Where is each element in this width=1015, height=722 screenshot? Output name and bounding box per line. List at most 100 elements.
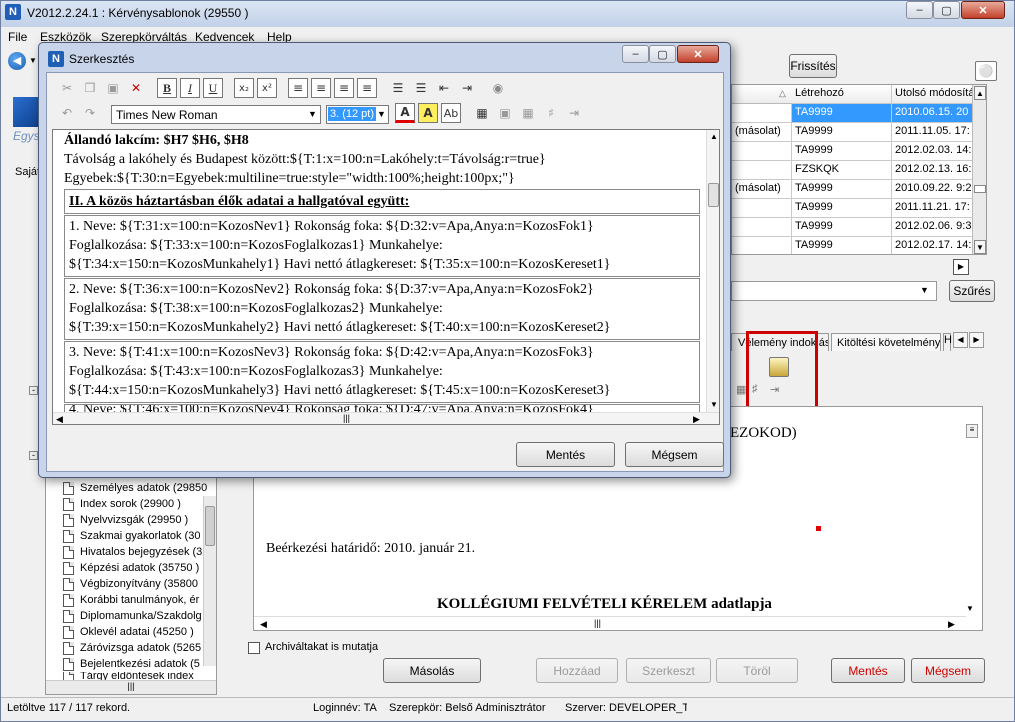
subscript-icon[interactable]: x₂ — [234, 78, 254, 98]
italic-icon[interactable]: I — [180, 78, 200, 98]
back-dropdown-icon[interactable]: ▼ — [29, 56, 37, 65]
align-right-icon[interactable]: ≡ — [334, 78, 354, 98]
paste-icon[interactable]: ▣ — [103, 78, 123, 98]
tree-item[interactable]: Képzési adatok (35750 ) — [63, 560, 199, 576]
tree-vscroll-thumb[interactable] — [205, 506, 215, 546]
dialog-cancel-button[interactable]: Mégsem — [625, 442, 724, 467]
tree-item[interactable]: Szakmai gyakorlatok (30 — [63, 528, 200, 544]
split-cell-icon[interactable]: ♯ — [541, 103, 561, 123]
preview-vscroll[interactable]: ≡ ▼ — [966, 422, 980, 617]
merge-cell-icon[interactable]: ⇥ — [770, 383, 788, 401]
highlight-color-icon[interactable]: A — [418, 103, 438, 123]
filter-button[interactable]: Szűrés — [949, 280, 995, 302]
pin-icon[interactable]: ⚪ — [975, 61, 997, 81]
maximize-button[interactable]: ▢ — [933, 1, 960, 19]
tab-prev-icon[interactable]: ◀ — [953, 332, 968, 348]
redo-icon[interactable]: ↷ — [80, 103, 100, 123]
scroll-left-icon[interactable]: ◀ — [260, 619, 267, 630]
delete-icon[interactable]: ✕ — [126, 78, 146, 98]
table-props-icon[interactable]: ▦ — [518, 103, 538, 123]
tree-item[interactable]: Bejelentkezési adatok (5 — [63, 656, 200, 672]
cancel-button[interactable]: Mégsem — [911, 658, 985, 683]
tab-more[interactable]: H — [943, 333, 952, 351]
font-color-icon[interactable]: A — [395, 103, 415, 123]
font-name-select[interactable]: Times New Roman ▼ — [111, 105, 321, 124]
scroll-up-icon[interactable]: ▲ — [974, 86, 986, 100]
superscript-icon[interactable]: x² — [257, 78, 277, 98]
insert-image-icon[interactable] — [769, 357, 789, 377]
menu-file[interactable]: File — [8, 30, 27, 44]
grid-vscroll[interactable]: ▲ ▼ — [972, 85, 986, 254]
chevron-down-icon[interactable]: ▼ — [377, 109, 386, 119]
tree-item[interactable]: Hivatalos bejegyzések (3 — [63, 544, 202, 560]
cut-icon[interactable]: ✂ — [57, 78, 77, 98]
add-button[interactable]: Hozzáad — [536, 658, 618, 683]
editor-hscroll-thumb[interactable]: ||| — [343, 413, 350, 423]
table-row[interactable]: TA9999 2012.02.06. 9:3 — [732, 218, 986, 237]
editor-area[interactable]: Állandó lakcím: $H7 $H6, $H8 Távolság a … — [52, 129, 720, 425]
sajat-tab[interactable]: Saját — [15, 166, 40, 178]
minimize-button[interactable]: – — [906, 1, 933, 19]
filter-dropdown[interactable]: ▼ — [731, 281, 937, 301]
scroll-down-icon[interactable]: ▼ — [710, 400, 718, 409]
align-left-icon[interactable]: ≡ — [288, 78, 308, 98]
back-button[interactable]: ◀ — [8, 52, 26, 70]
insert-table-icon[interactable]: ▦ — [472, 103, 492, 123]
numbered-list-icon[interactable]: ☰ — [388, 78, 408, 98]
font-size-select[interactable]: 3. (12 pt) ▼ — [326, 105, 389, 124]
underline-icon[interactable]: U — [203, 78, 223, 98]
tree-item[interactable]: Nyelvvizsgák (29950 ) — [63, 512, 188, 528]
table-row[interactable]: TA9999 2010.06.15. 20 — [732, 104, 986, 123]
tree-hscroll[interactable]: ||| — [46, 680, 216, 694]
bullet-list-icon[interactable]: ☰ — [411, 78, 431, 98]
chevron-down-icon[interactable]: ▼ — [920, 285, 929, 295]
merge-cell-icon[interactable]: ⇥ — [564, 103, 584, 123]
split-cell-icon[interactable]: ♯ — [752, 383, 768, 401]
dialog-close-button[interactable]: ✕ — [677, 45, 719, 63]
table-tool-icon[interactable]: ▦ — [736, 383, 748, 401]
tree-expand-icon[interactable]: - — [29, 386, 38, 395]
copy-button[interactable]: Másolás — [383, 658, 481, 683]
spellcheck-icon[interactable]: ◉ — [488, 78, 508, 98]
tab-fill-requirement[interactable]: Kitöltési követelmény — [831, 333, 941, 351]
dialog-maximize-button[interactable]: ▢ — [649, 45, 676, 63]
scroll-left-icon[interactable]: ◀ — [56, 414, 63, 424]
refresh-button[interactable]: Frissítés — [789, 54, 837, 78]
justify-icon[interactable]: ≡ — [357, 78, 377, 98]
outdent-icon[interactable]: ⇤ — [434, 78, 454, 98]
header-creator[interactable]: Létrehozó — [792, 85, 892, 104]
indent-icon[interactable]: ⇥ — [457, 78, 477, 98]
archive-checkbox[interactable] — [248, 642, 260, 654]
preview-vscroll-thumb[interactable]: ≡ — [966, 424, 978, 438]
editor-vscroll-thumb[interactable] — [708, 183, 719, 207]
chevron-down-icon[interactable]: ▼ — [308, 109, 317, 119]
tree-item[interactable]: Személyes adatok (29850 — [63, 480, 207, 496]
insert-image-icon[interactable]: ▣ — [495, 103, 515, 123]
tree-item[interactable]: Záróvizsga adatok (5265 — [63, 640, 201, 656]
preview-hscroll[interactable]: ◀ ||| ▶ — [254, 616, 966, 630]
table-row[interactable]: TA9999 2012.02.17. 14: — [732, 237, 986, 254]
table-row[interactable]: (másolat) TA9999 2011.11.05. 17: — [732, 123, 986, 142]
tree-item[interactable]: Végbizonyítvány (35800 — [63, 576, 198, 592]
editor-hscroll[interactable]: ◀ ||| ▶ — [53, 412, 719, 424]
tree-expand-icon[interactable]: - — [29, 451, 38, 460]
edit-button[interactable]: Szerkeszt — [626, 658, 711, 683]
undo-icon[interactable]: ↶ — [57, 103, 77, 123]
tree-item[interactable]: Tárgy eldöntések index — [63, 672, 194, 680]
scroll-up-icon[interactable]: ▲ — [710, 132, 718, 141]
header-modified[interactable]: Utolsó módosítás — [892, 85, 974, 104]
save-button[interactable]: Mentés — [831, 658, 905, 683]
tree-item[interactable]: Index sorok (29900 ) — [63, 496, 181, 512]
table-row[interactable]: TA9999 2012.02.03. 14: — [732, 142, 986, 161]
table-row[interactable]: (másolat) TA9999 2010.09.22. 9:2 — [732, 180, 986, 199]
table-row[interactable]: FZSKQK 2012.02.13. 16: — [732, 161, 986, 180]
bold-icon[interactable]: B — [157, 78, 177, 98]
styles-icon[interactable]: Ab — [441, 103, 461, 123]
tree-item[interactable]: Diplomamunka/Szakdolg — [63, 608, 202, 624]
dialog-minimize-button[interactable]: – — [622, 45, 649, 63]
grid-vscroll-thumb[interactable] — [974, 185, 986, 193]
tree-item[interactable]: Oklevél adatai (45250 ) — [63, 624, 194, 640]
tab-next-icon[interactable]: ▶ — [969, 332, 984, 348]
delete-button[interactable]: Töröl — [716, 658, 798, 683]
align-center-icon[interactable]: ≡ — [311, 78, 331, 98]
